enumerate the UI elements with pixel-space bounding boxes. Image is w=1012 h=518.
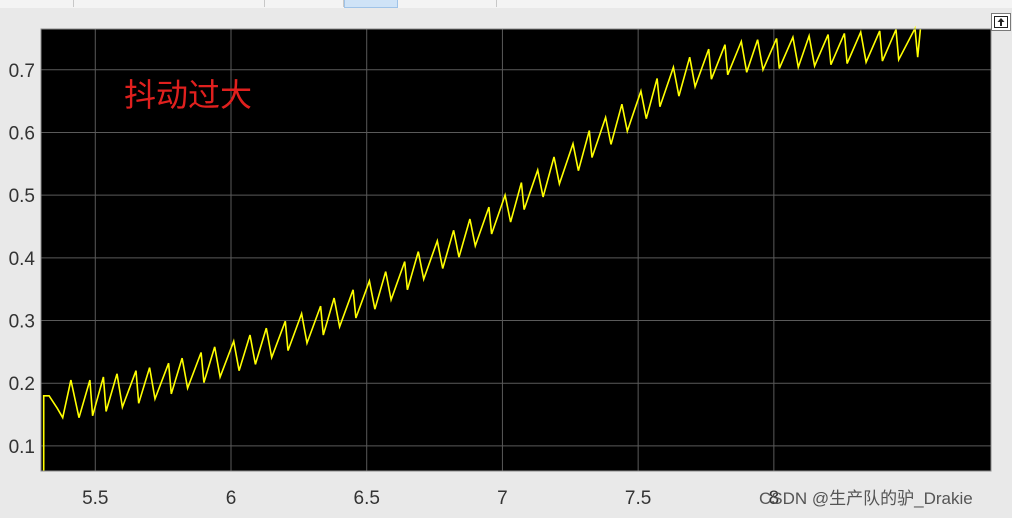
restore-axes-button[interactable] xyxy=(991,13,1011,31)
x-tick-label: 7 xyxy=(497,488,508,509)
x-tick-label: 6.5 xyxy=(354,488,380,509)
y-tick-label: 0.1 xyxy=(9,437,35,458)
restore-axes-icon xyxy=(994,16,1008,28)
y-tick-label: 0.7 xyxy=(9,61,35,82)
y-tick-label: 0.4 xyxy=(9,249,36,270)
y-tick-label: 0.5 xyxy=(9,186,35,207)
y-tick-label: 0.3 xyxy=(9,312,35,333)
y-tick-label: 0.2 xyxy=(9,374,35,395)
x-tick-label: 6 xyxy=(226,488,237,509)
annotation-label: 抖动过大 xyxy=(124,76,252,114)
line-chart: 5.5 6 6.5 7 7.5 80.10.20.30.40.50.60.7 抖动过大 C… xyxy=(9,25,992,509)
watermark: CSDN @生产队的驴_Drakie xyxy=(759,489,973,508)
x-tick-label: 5.5 xyxy=(82,488,108,509)
y-tick-label: 0.6 xyxy=(9,123,35,144)
x-tick-label: 7.5 xyxy=(625,488,651,509)
